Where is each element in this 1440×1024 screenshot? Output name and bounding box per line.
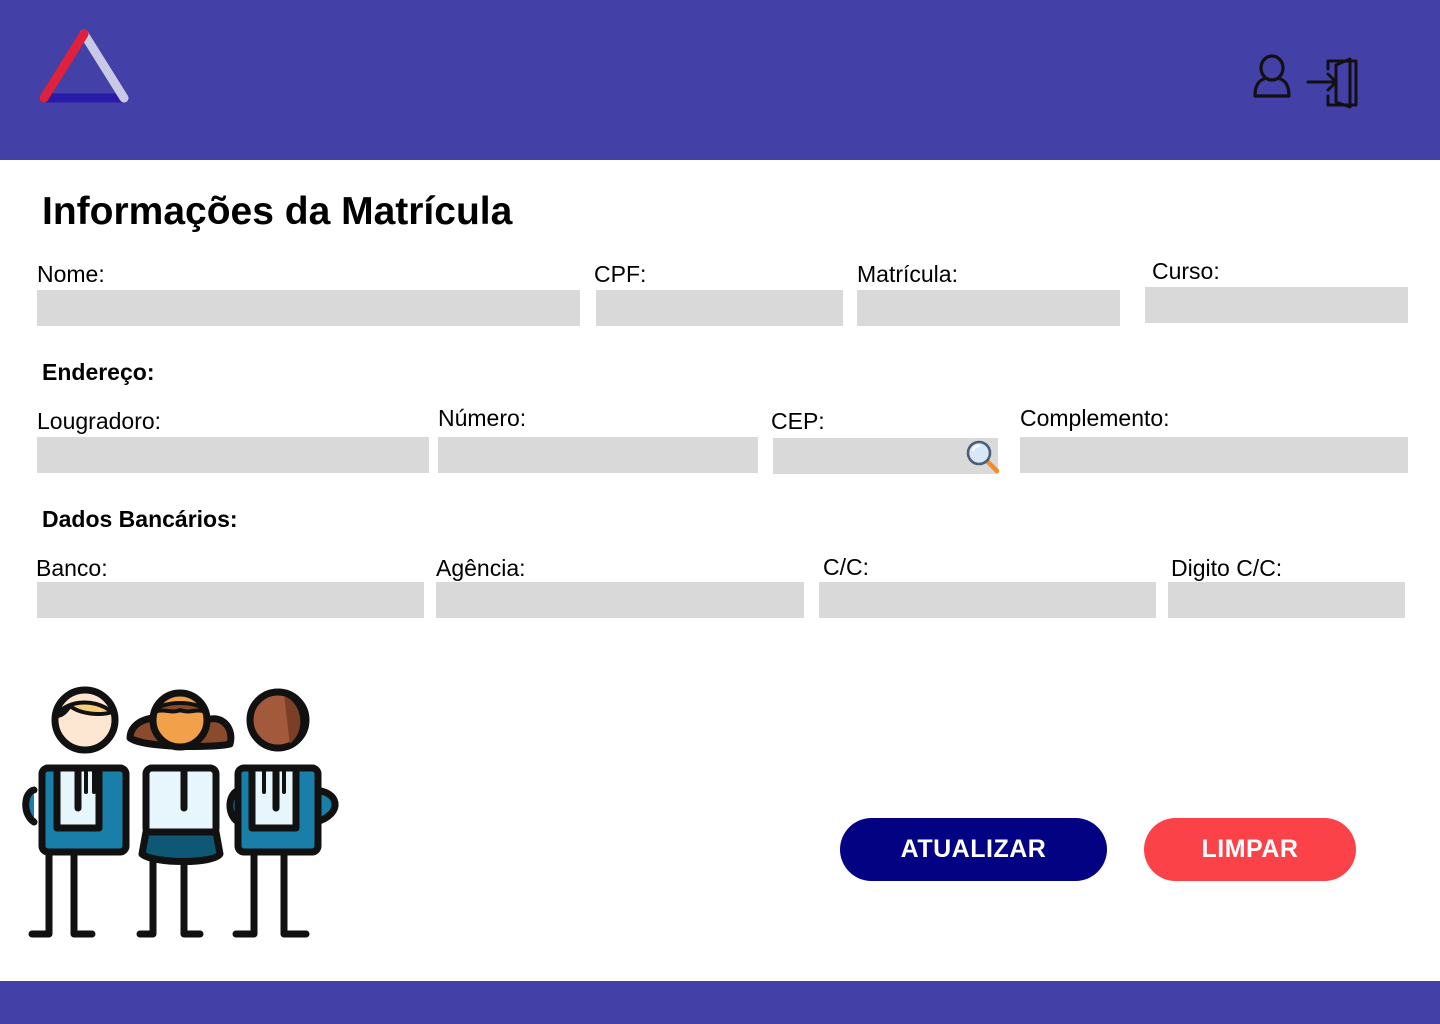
course-label: Curso: [1152,258,1220,284]
name-label: Nome: [37,261,105,287]
account-digit-input[interactable] [1168,582,1405,618]
agency-label: Agência: [436,555,526,581]
registration-input[interactable] [857,290,1120,326]
complement-label: Complemento: [1020,405,1170,431]
bank-section-title: Dados Bancários: [42,506,238,532]
cpf-label: CPF: [594,261,647,287]
number-label: Número: [438,405,527,431]
complement-input[interactable] [1020,437,1408,473]
group-of-people-illustration [22,686,339,938]
magnifier-icon[interactable] [964,438,1002,474]
triangle-logo-icon [39,29,129,103]
page-title: Informações da Matrícula [42,190,513,233]
bank-input[interactable] [37,582,424,618]
top-header [0,0,1440,160]
registration-label: Matrícula: [857,261,958,287]
bank-label: Banco: [36,555,108,581]
account-digit-label: Digito C/C: [1171,555,1283,581]
account-input[interactable] [819,582,1156,618]
name-input[interactable] [37,290,580,326]
update-button[interactable]: ATUALIZAR [840,818,1107,881]
clear-button[interactable]: LIMPAR [1144,818,1356,881]
number-input[interactable] [438,437,758,473]
address-section-title: Endereço: [42,359,155,385]
cpf-input[interactable] [596,290,843,326]
agency-input[interactable] [436,582,804,618]
user-icon[interactable] [1250,54,1294,100]
course-input[interactable] [1145,287,1408,323]
bottom-footer [0,981,1440,1024]
street-input[interactable] [37,437,429,473]
zip-label: CEP: [771,408,825,434]
account-label: C/C: [823,554,869,580]
street-label: Lougradoro: [37,408,162,434]
logout-door-icon[interactable] [1306,56,1360,110]
